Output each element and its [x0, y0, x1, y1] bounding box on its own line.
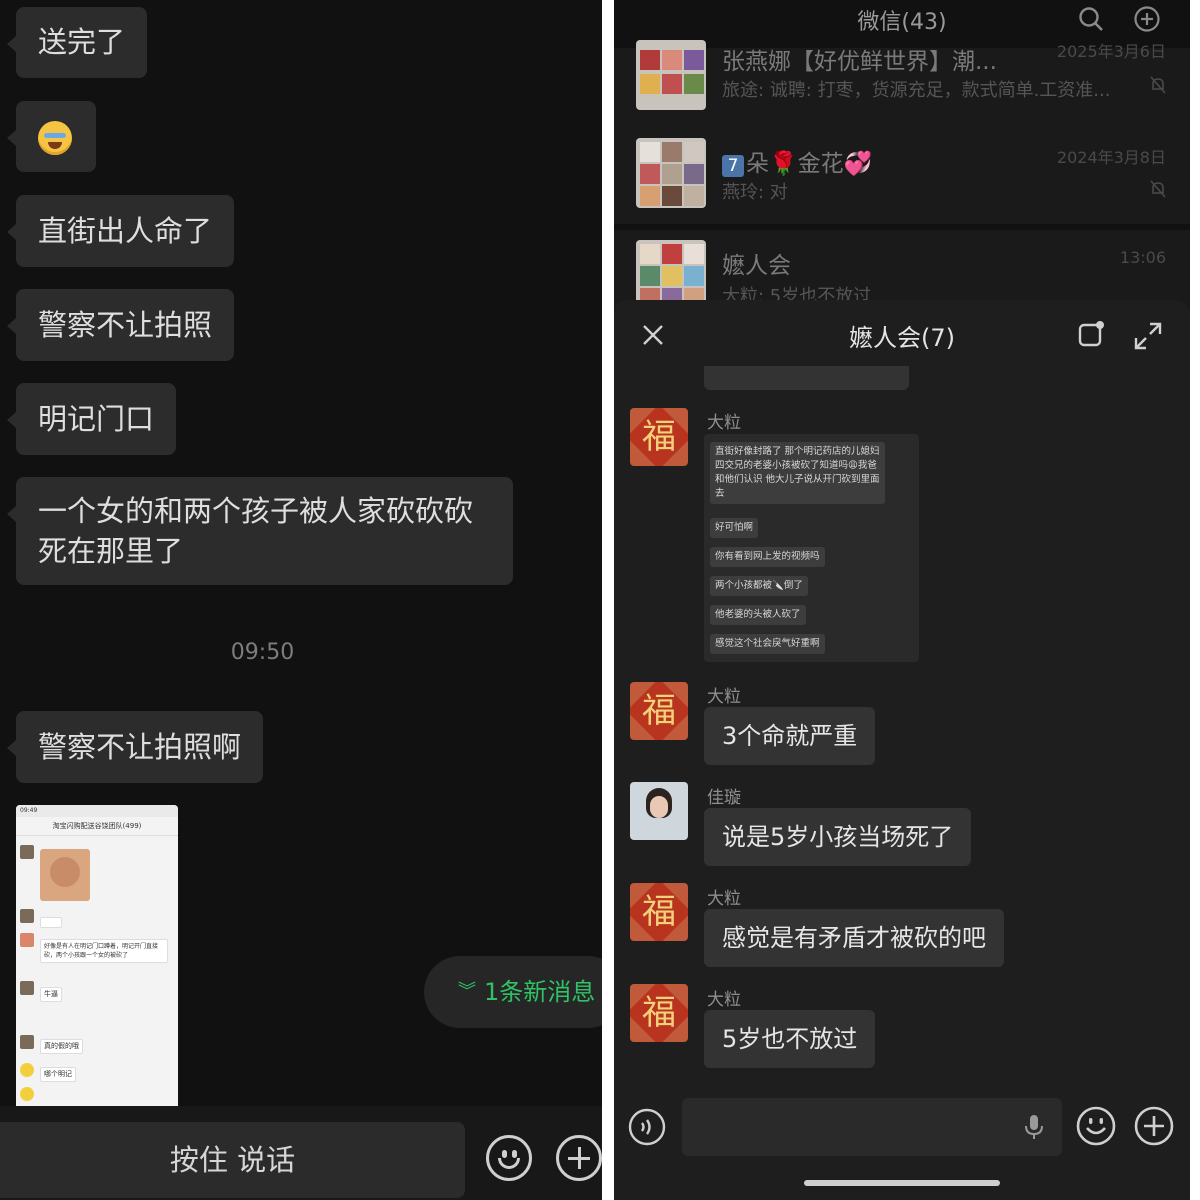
partial-message-bubble: [704, 366, 909, 390]
chat-name: 7 朵🌹金花💞: [722, 144, 872, 178]
sender-avatar[interactable]: [630, 782, 688, 840]
message-bubble[interactable]: 5岁也不放过: [704, 1010, 876, 1068]
sender-name: 大粒: [707, 413, 741, 433]
thumb-bubble: [40, 917, 62, 928]
chat-snippet: 燕玲: 对: [722, 182, 788, 203]
sender-name: 大粒: [707, 990, 741, 1010]
message-bubble[interactable]: 警察不让拍照: [6, 289, 235, 361]
double-chevron-down-icon: ︾: [458, 981, 476, 1002]
new-messages-pill[interactable]: ︾ 1条新消息: [424, 956, 602, 1028]
forwarded-line: 他老婆的头被人砍了: [710, 605, 806, 625]
home-indicator: [804, 1180, 1000, 1186]
thumb-smiley-icon: [20, 1063, 34, 1077]
forwarded-line: 直街好像封路了 那个明记药店的儿媳妇 四交兄的老婆小孩被砍了知道吗😩我爸和他们认…: [710, 442, 885, 504]
thumb-title: 淘宝闪购配送谷饶团队(499): [16, 817, 178, 836]
sender-name: 佳璇: [707, 788, 741, 808]
message-bubble[interactable]: 说是5岁小孩当场死了: [704, 808, 972, 866]
message-bubble[interactable]: 感觉是有矛盾才被砍的吧: [704, 909, 1004, 967]
modal-input-row: [614, 1084, 1190, 1170]
plus-icon[interactable]: [1134, 1106, 1174, 1146]
thumb-bubble: 好像是有人在明记门口蹲着，明记开门直接砍，两个小孩跟一个女的被砍了: [40, 939, 168, 963]
search-icon[interactable]: [1078, 6, 1104, 32]
message-text: 警察不让拍照啊: [38, 730, 242, 764]
chat-time: 2025年3月6日: [1056, 42, 1166, 61]
chat-time: 13:06: [1119, 248, 1166, 267]
sender-avatar[interactable]: 福: [630, 408, 688, 466]
thumb-photo: [40, 849, 90, 901]
hold-to-talk-button[interactable]: 按住 说话: [0, 1122, 465, 1198]
emoji-icon[interactable]: [1076, 1106, 1116, 1146]
chat-snippet: 旅途: 诚聘: 打枣，货源充足，款式简单.工资准...: [722, 80, 1111, 101]
right-wechat-screen: 微信(43) 张燕娜【好优鲜世界】潮... 2025年3月6日 旅途: 诚聘: …: [614, 0, 1190, 1200]
thumb-avatar: [20, 933, 34, 947]
message-bubble[interactable]: 警察不让拍照啊: [6, 711, 264, 783]
sender-name: 大粒: [707, 889, 741, 909]
thumb-bubble: 牛逼: [40, 987, 62, 1002]
mute-bell-icon: [1150, 180, 1166, 198]
thumb-avatar: [20, 845, 34, 859]
chat-list-item[interactable]: 嬷人会 13:06 大粒: 5岁也不放过: [614, 230, 1190, 310]
floating-window-icon[interactable]: [1078, 320, 1106, 348]
microphone-icon[interactable]: [1024, 1114, 1044, 1140]
group-avatar: [636, 138, 706, 208]
sender-avatar[interactable]: 福: [630, 682, 688, 740]
message-input[interactable]: [682, 1098, 1062, 1156]
thumb-bubble: 真的假的哦: [40, 1039, 83, 1054]
panel-divider: [602, 0, 614, 1200]
chat-list-item[interactable]: 张燕娜【好优鲜世界】潮... 2025年3月6日 旅途: 诚聘: 打枣，货源充足…: [614, 40, 1190, 126]
message-bubble[interactable]: 3个命就严重: [704, 707, 876, 765]
expand-icon[interactable]: [1134, 322, 1162, 350]
message-text-line: 一个女的和两个孩子被人家砍砍砍: [38, 494, 474, 528]
message-bubble[interactable]: 一个女的和两个孩子被人家砍砍砍 死在那里了: [7, 477, 513, 585]
message-text: 直街出人命了: [38, 214, 213, 248]
emoji-icon[interactable]: [486, 1135, 532, 1181]
sender-avatar[interactable]: 福: [630, 984, 688, 1042]
thumb-avatar: [20, 981, 34, 995]
forwarded-line: 两个小孩都被🔪倒了: [710, 576, 808, 596]
mute-bell-icon: [1150, 76, 1166, 94]
message-bubble[interactable]: 明记门口: [6, 383, 177, 455]
message-bubble[interactable]: 送完了: [6, 7, 148, 78]
thumb-smiley-icon: [20, 1087, 34, 1101]
forwarded-line: 好可怕啊: [710, 518, 759, 538]
chat-list-item[interactable]: 7 朵🌹金花💞 2024年3月8日 燕玲: 对: [614, 126, 1190, 224]
add-circle-icon[interactable]: [1134, 6, 1160, 32]
time-divider: 09:50: [230, 640, 295, 665]
message-bubble[interactable]: [7, 101, 96, 172]
thumb-status-time: 09:49: [16, 805, 178, 817]
new-messages-label: 1条新消息: [484, 978, 596, 1006]
forwarded-line: 你有看到网上发的视频吗: [710, 547, 825, 567]
thumb-avatar: [20, 1035, 34, 1049]
message-text: 送完了: [38, 25, 126, 59]
chat-name: 张燕娜【好优鲜世界】潮...: [722, 49, 997, 75]
sender-name: 大粒: [707, 687, 741, 707]
chat-name: 嬷人会: [722, 253, 791, 279]
sender-avatar[interactable]: 福: [630, 883, 688, 941]
modal-header: 嬷人会(7): [614, 300, 1190, 368]
message-text: 明记门口: [38, 402, 155, 436]
group-avatar: [636, 40, 706, 110]
forwarded-screenshot-image[interactable]: 直街好像封路了 那个明记药店的儿媳妇 四交兄的老婆小孩被砍了知道吗😩我爸和他们认…: [704, 434, 919, 662]
chat-name-text: 朵🌹金花💞: [746, 151, 873, 177]
thumb-avatar: [20, 909, 34, 923]
forwarded-line: 感觉这个社会戾气好重啊: [710, 634, 825, 654]
left-chat-screen: 送完了 直街出人命了 警察不让拍照 明记门口 一个女的和两个孩子被人家砍砍砍 死…: [0, 0, 602, 1200]
message-bubble[interactable]: 直街出人命了: [6, 195, 235, 267]
screenshot-image-message[interactable]: 09:49 淘宝闪购配送谷饶团队(499) 好像是有人在明记门口蹲着，明记开门直…: [16, 805, 178, 1107]
keycap-7-badge: 7: [722, 155, 744, 177]
voice-icon[interactable]: [628, 1108, 666, 1146]
crying-laughing-emoji-icon: [38, 121, 72, 155]
message-text-line: 死在那里了: [38, 534, 184, 568]
message-text: 警察不让拍照: [38, 308, 213, 342]
plus-icon[interactable]: [556, 1135, 602, 1181]
group-chat-modal: 嬷人会(7) 福 大粒 直街好像封路了 那个明记药店的儿媳妇 四交兄的老婆小孩被…: [614, 300, 1190, 1200]
chat-time: 2024年3月8日: [1056, 148, 1166, 167]
thumb-bubble: 哪个明记: [40, 1067, 76, 1082]
